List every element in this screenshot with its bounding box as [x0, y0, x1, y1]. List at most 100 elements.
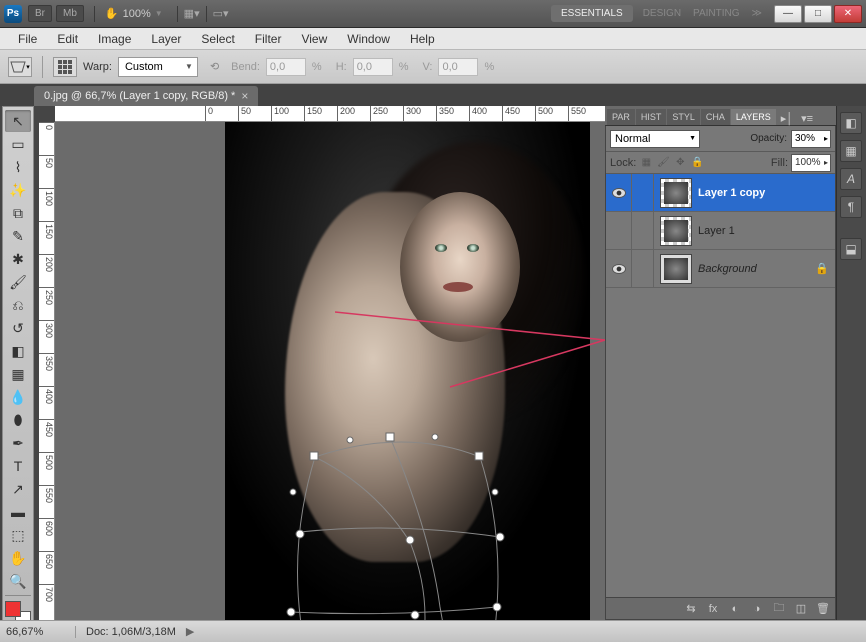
warp-preset-select[interactable]: Custom	[118, 57, 198, 77]
close-button[interactable]: ✕	[834, 5, 862, 23]
lock-row: Lock: ▦ 🖌 ✥ 🔒 Fill: 100%	[606, 152, 835, 174]
workspace-essentials[interactable]: ESSENTIALS	[551, 5, 633, 22]
magic-wand-tool[interactable]: ✨	[5, 179, 31, 201]
app-logo-icon[interactable]: Ps	[4, 5, 22, 23]
zoom-level-dropdown[interactable]: 100%	[123, 8, 151, 20]
menu-select[interactable]: Select	[191, 30, 244, 48]
path-selection-tool[interactable]: ↗	[5, 478, 31, 500]
healing-brush-tool[interactable]: ✱	[5, 248, 31, 270]
status-zoom[interactable]: 66,67%	[6, 626, 76, 638]
close-tab-icon[interactable]: ×	[241, 89, 248, 103]
lock-pixels-icon[interactable]: 🖌	[656, 156, 670, 170]
lasso-tool[interactable]: ⌇	[5, 156, 31, 178]
dock-adjustments-icon[interactable]: ⬓	[840, 238, 862, 260]
warp-orientation-icon[interactable]: ⟲	[210, 60, 219, 73]
bridge-button[interactable]: Br	[28, 5, 52, 22]
layer-fx-icon[interactable]: fx	[705, 601, 721, 617]
layer-row[interactable]: Layer 1	[606, 212, 835, 250]
menu-edit[interactable]: Edit	[47, 30, 88, 48]
transform-tool-icon[interactable]: ▾	[8, 57, 32, 77]
eraser-tool[interactable]: ◧	[5, 340, 31, 362]
menu-filter[interactable]: Filter	[245, 30, 292, 48]
history-brush-tool[interactable]: ↺	[5, 317, 31, 339]
foreground-color-swatch[interactable]	[5, 601, 21, 617]
view-extras-button[interactable]: ▦▾	[184, 7, 200, 20]
fill-input[interactable]: 100%	[791, 154, 831, 172]
vertical-ruler: 0501001502002503003504004505005506006507…	[39, 122, 55, 620]
crop-tool[interactable]: ⧉	[5, 202, 31, 224]
workspace-painting[interactable]: PAINTING	[693, 8, 739, 19]
visibility-toggle[interactable]	[606, 174, 632, 211]
pen-tool[interactable]: ✒	[5, 432, 31, 454]
gradient-tool[interactable]: ▦	[5, 363, 31, 385]
maximize-button[interactable]: □	[804, 5, 832, 23]
minimize-button[interactable]: —	[774, 5, 802, 23]
tab-histogram[interactable]: HIST	[636, 109, 667, 125]
menu-image[interactable]: Image	[88, 30, 141, 48]
layer-thumbnail[interactable]	[660, 254, 692, 284]
menu-window[interactable]: Window	[337, 30, 400, 48]
document-canvas[interactable]	[225, 122, 590, 620]
clone-stamp-tool[interactable]: ⎌	[5, 294, 31, 316]
delete-layer-icon[interactable]: 🗑	[815, 601, 831, 617]
status-doc-info[interactable]: Doc: 1,06M/3,18M	[86, 626, 176, 638]
layer-name[interactable]: Layer 1 copy	[698, 187, 835, 199]
zoom-tool[interactable]: 🔍	[5, 570, 31, 592]
dock-color-icon[interactable]: ◧	[840, 112, 862, 134]
tab-character[interactable]: CHA	[701, 109, 730, 125]
chevron-down-icon[interactable]: ▼	[155, 9, 163, 18]
hand-icon[interactable]: ✋	[105, 7, 119, 20]
layer-name[interactable]: Background	[698, 263, 815, 275]
brush-tool[interactable]: 🖌	[5, 271, 31, 293]
workspace-more-icon[interactable]: ≫	[752, 8, 762, 19]
shape-tool[interactable]: ▬	[5, 501, 31, 523]
dock-character-icon[interactable]: A	[840, 168, 862, 190]
canvas-area[interactable]	[55, 122, 605, 620]
layer-row[interactable]: Layer 1 copy	[606, 174, 835, 212]
status-more-icon[interactable]: ▶	[186, 625, 194, 638]
adjustment-layer-icon[interactable]: ◑	[749, 601, 765, 617]
document-tab[interactable]: 0.jpg @ 66,7% (Layer 1 copy, RGB/8) * ×	[34, 86, 258, 106]
opacity-input[interactable]: 30%	[791, 130, 831, 148]
dodge-tool[interactable]: ⬮	[5, 409, 31, 431]
minibridge-button[interactable]: Mb	[56, 5, 84, 22]
visibility-toggle[interactable]	[606, 250, 632, 287]
warp-grid-icon[interactable]	[53, 57, 77, 77]
layer-name[interactable]: Layer 1	[698, 225, 835, 237]
dock-swatches-icon[interactable]: ▦	[840, 140, 862, 162]
blend-mode-select[interactable]: Normal	[610, 130, 700, 148]
layer-thumbnail[interactable]	[660, 216, 692, 246]
tab-styles[interactable]: STYL	[667, 109, 700, 125]
tab-paragraph[interactable]: PAR	[607, 109, 635, 125]
layer-row[interactable]: Background 🔒	[606, 250, 835, 288]
panel-menu-icon[interactable]: ▾≡	[797, 112, 817, 125]
document-tab-title: 0.jpg @ 66,7% (Layer 1 copy, RGB/8) *	[44, 90, 235, 102]
layer-group-icon[interactable]: 🗀	[771, 601, 787, 617]
screen-mode-button[interactable]: ▭▾	[213, 7, 229, 20]
dock-paragraph-icon[interactable]: ¶	[840, 196, 862, 218]
visibility-toggle[interactable]	[606, 212, 632, 249]
lock-all-icon[interactable]: 🔒	[690, 156, 704, 170]
eyedropper-tool[interactable]: ✎	[5, 225, 31, 247]
lock-position-icon[interactable]: ✥	[673, 156, 687, 170]
hand-tool[interactable]: ✋	[5, 547, 31, 569]
type-tool[interactable]: T	[5, 455, 31, 477]
layer-list[interactable]: Layer 1 copy Layer 1 Background 🔒	[606, 174, 835, 597]
menu-help[interactable]: Help	[400, 30, 445, 48]
move-tool[interactable]: ↖	[5, 110, 31, 132]
lock-transparency-icon[interactable]: ▦	[639, 156, 653, 170]
tab-layers[interactable]: LAYERS	[731, 109, 776, 125]
marquee-tool[interactable]: ▭	[5, 133, 31, 155]
layer-mask-icon[interactable]: ◐	[727, 601, 743, 617]
link-layers-icon[interactable]: ⇆	[683, 601, 699, 617]
menu-layer[interactable]: Layer	[141, 30, 191, 48]
fill-label: Fill:	[771, 157, 788, 169]
new-layer-icon[interactable]: ◫	[793, 601, 809, 617]
layer-thumbnail[interactable]	[660, 178, 692, 208]
menu-file[interactable]: File	[8, 30, 47, 48]
panel-more-icon[interactable]: ▸│	[777, 112, 797, 125]
3d-tool[interactable]: ⬚	[5, 524, 31, 546]
blur-tool[interactable]: 💧	[5, 386, 31, 408]
workspace-design[interactable]: DESIGN	[643, 8, 681, 19]
menu-view[interactable]: View	[291, 30, 337, 48]
